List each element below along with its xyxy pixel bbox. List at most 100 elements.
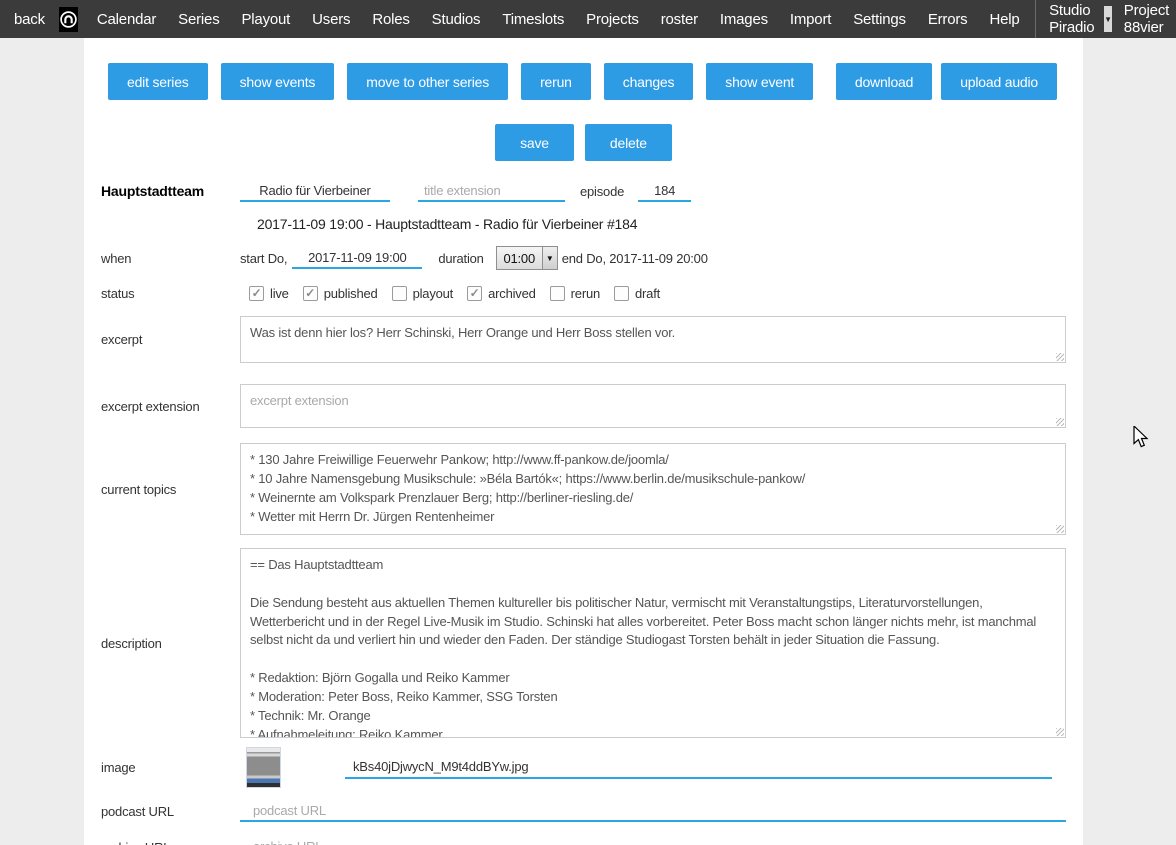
excerpt-extension-textarea[interactable] — [240, 384, 1066, 428]
toolbar-row-1: edit series show events move to other se… — [108, 63, 1057, 100]
description-textarea[interactable]: == Das Hauptstadtteam Die Sendung besteh… — [240, 548, 1066, 738]
end-datetime-label: end Do, 2017-11-09 20:00 — [562, 251, 708, 266]
project-select-value: Project 88vier — [1124, 2, 1175, 36]
description-row: description == Das Hauptstadtteam Die Se… — [101, 548, 1066, 738]
archive-url-label: archive URL — [101, 840, 240, 845]
archive-url-input[interactable] — [240, 836, 1066, 845]
image-filename-input[interactable] — [345, 757, 1052, 779]
excerpt-row: excerpt Was ist denn hier los? Herr Schi… — [101, 316, 1066, 363]
status-live: live — [249, 286, 289, 301]
rerun-checkbox-label: rerun — [571, 286, 600, 301]
nav-back-link[interactable]: back — [0, 11, 55, 28]
edit-series-button[interactable]: edit series — [108, 63, 208, 100]
excerpt-label: excerpt — [101, 332, 240, 347]
toolbar-row-2: save delete — [84, 124, 1083, 161]
podcast-url-label: podcast URL — [101, 804, 240, 819]
published-checkbox-label: published — [324, 286, 378, 301]
nav-item-roles[interactable]: Roles — [361, 11, 420, 28]
nav-item-images[interactable]: Images — [709, 11, 779, 28]
event-summary: 2017-11-09 19:00 - Hauptstadtteam - Radi… — [257, 216, 1066, 232]
episode-input[interactable] — [638, 180, 691, 202]
move-to-other-series-button[interactable]: move to other series — [347, 63, 508, 100]
status-draft: draft — [614, 286, 660, 301]
circled-pi-icon — [59, 10, 78, 29]
rerun-button[interactable]: rerun — [521, 63, 591, 100]
title-row: Hauptstadtteam episode — [101, 180, 1066, 202]
current-topics-label: current topics — [101, 482, 240, 497]
nav-item-studios[interactable]: Studios — [421, 11, 492, 28]
delete-button[interactable]: delete — [585, 124, 672, 161]
description-label: description — [101, 636, 240, 651]
toolbar-left-group: edit series show events move to other se… — [108, 63, 813, 100]
nav-item-settings[interactable]: Settings — [842, 11, 917, 28]
start-prefix-label: start Do, — [240, 251, 287, 266]
live-checkbox[interactable] — [249, 286, 264, 301]
navbar-right-group: Studio Piradio ▼ Project 88vier ▼ Logout… — [1031, 0, 1176, 38]
duration-select[interactable]: 01:00 ▼ — [496, 246, 558, 270]
toolbar-right-group: download upload audio — [836, 63, 1057, 100]
published-checkbox[interactable] — [303, 286, 318, 301]
status-label: status — [101, 286, 240, 301]
excerpt-textarea[interactable]: Was ist denn hier los? Herr Schinski, He… — [240, 316, 1066, 363]
status-rerun: rerun — [550, 286, 600, 301]
nav-item-help[interactable]: Help — [978, 11, 1030, 28]
top-navbar: back Calendar Series Playout Users Roles… — [0, 0, 1176, 38]
live-checkbox-label: live — [270, 286, 289, 301]
status-archived: archived — [467, 286, 536, 301]
start-datetime-input[interactable] — [292, 247, 422, 269]
duration-label: duration — [438, 251, 483, 266]
show-event-button[interactable]: show event — [706, 63, 813, 100]
status-checkbox-group: live published playout archived — [249, 286, 660, 301]
rerun-checkbox[interactable] — [550, 286, 565, 301]
upload-audio-button[interactable]: upload audio — [941, 63, 1057, 100]
podcast-url-input[interactable] — [240, 800, 1066, 822]
nav-item-import[interactable]: Import — [779, 11, 842, 28]
nav-item-playout[interactable]: Playout — [231, 11, 302, 28]
nav-item-roster[interactable]: roster — [650, 11, 709, 28]
episode-label: episode — [580, 184, 624, 199]
title-input[interactable] — [240, 180, 390, 202]
current-topics-row: current topics * 130 Jahre Freiwillige F… — [101, 443, 1066, 535]
excerpt-extension-row: excerpt extension — [101, 384, 1066, 428]
show-events-button[interactable]: show events — [221, 63, 335, 100]
nav-item-errors[interactable]: Errors — [917, 11, 979, 28]
when-label: when — [101, 251, 240, 266]
archive-url-row: archive URL — [101, 836, 1066, 845]
nav-item-timeslots[interactable]: Timeslots — [491, 11, 575, 28]
status-row: status live published playout — [101, 286, 1066, 301]
status-playout: playout — [392, 286, 454, 301]
podcast-url-row: podcast URL — [101, 800, 1066, 822]
nav-item-projects[interactable]: Projects — [575, 11, 650, 28]
image-label: image — [101, 760, 240, 775]
page: back Calendar Series Playout Users Roles… — [0, 0, 1176, 845]
nav-item-calendar[interactable]: Calendar — [86, 11, 167, 28]
save-button[interactable]: save — [495, 124, 574, 161]
chevron-down-icon[interactable]: ▼ — [1104, 6, 1112, 32]
title-extension-input[interactable] — [418, 180, 565, 202]
piradio-logo-icon[interactable] — [59, 7, 78, 32]
download-button[interactable]: download — [836, 63, 932, 100]
series-name-label: Hauptstadtteam — [101, 183, 240, 199]
chevron-down-icon: ▼ — [542, 247, 557, 269]
draft-checkbox-label: draft — [635, 286, 660, 301]
duration-select-value: 01:00 — [497, 247, 542, 269]
mouse-cursor — [1133, 426, 1151, 450]
nav-item-series[interactable]: Series — [167, 11, 230, 28]
playout-checkbox[interactable] — [392, 286, 407, 301]
draft-checkbox[interactable] — [614, 286, 629, 301]
changes-button[interactable]: changes — [604, 63, 694, 100]
navbar-divider — [1035, 0, 1036, 38]
archived-checkbox[interactable] — [467, 286, 482, 301]
excerpt-extension-label: excerpt extension — [101, 399, 240, 414]
image-row: image — [101, 747, 1066, 788]
studio-select[interactable]: Studio Piradio ▼ — [1039, 2, 1114, 36]
current-topics-textarea[interactable]: * 130 Jahre Freiwillige Feuerwehr Pankow… — [240, 443, 1066, 535]
playout-checkbox-label: playout — [413, 286, 454, 301]
project-select[interactable]: Project 88vier ▼ — [1114, 2, 1176, 36]
when-row: when start Do, duration 01:00 ▼ end Do, … — [101, 246, 1066, 270]
episode-image-thumbnail[interactable] — [246, 747, 281, 788]
status-published: published — [303, 286, 378, 301]
nav-item-users[interactable]: Users — [301, 11, 361, 28]
archived-checkbox-label: archived — [488, 286, 536, 301]
main-content: edit series show events move to other se… — [84, 38, 1083, 845]
